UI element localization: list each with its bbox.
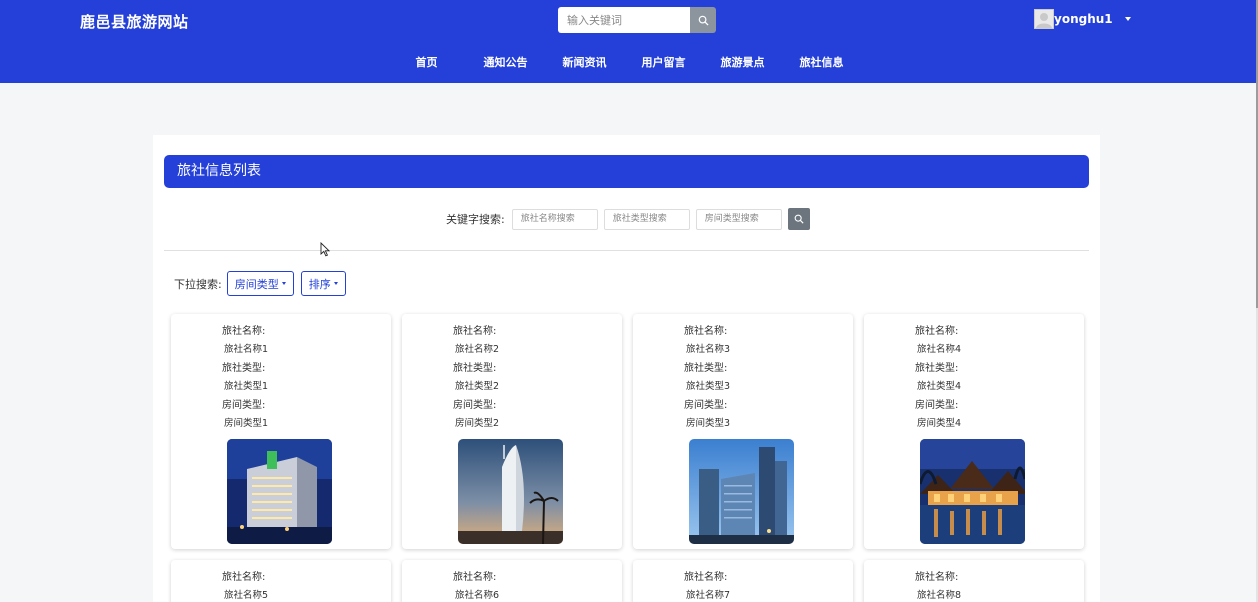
- hostel-name-value: 旅社名称7: [686, 590, 731, 601]
- top-header: 鹿邑县旅游网站 yonghu1 首页 通知公告 新闻资讯 用户留言 旅游景点 旅…: [0, 0, 1256, 83]
- header-search-input[interactable]: [558, 7, 690, 33]
- room-type-value: 房间类型1: [224, 418, 269, 429]
- header-search-button[interactable]: [690, 7, 716, 33]
- hostel-card[interactable]: 旅社名称: 旅社名称5: [171, 560, 391, 602]
- hostel-type-label: 旅社类型:: [222, 363, 266, 374]
- hostel-name-label: 旅社名称:: [684, 326, 728, 337]
- keyword-search-label: 关键字搜索:: [446, 213, 505, 226]
- room-type-value: 房间类型3: [686, 418, 731, 429]
- room-type-value: 房间类型4: [917, 418, 962, 429]
- room-type-label: 房间类型:: [453, 400, 497, 411]
- nav-notice[interactable]: 通知公告: [466, 54, 545, 70]
- hostel-card[interactable]: 旅社名称: 旅社名称7: [633, 560, 853, 602]
- room-type-label: 房间类型:: [915, 400, 959, 411]
- user-avatar-icon: [1034, 9, 1054, 29]
- hostel-name-label: 旅社名称:: [222, 326, 266, 337]
- nav-messages[interactable]: 用户留言: [624, 54, 703, 70]
- room-type-dropdown[interactable]: 房间类型: [226, 271, 294, 296]
- hostel-name-value: 旅社名称4: [917, 344, 962, 355]
- hostel-card[interactable]: 旅社名称: 旅社名称8: [864, 560, 1084, 602]
- keyword-search-row: 关键字搜索:: [446, 208, 810, 230]
- hostel-name-value: 旅社名称2: [455, 344, 500, 355]
- hostel-type-value: 旅社类型3: [686, 381, 731, 392]
- hostel-type-label: 旅社类型:: [915, 363, 959, 374]
- hostel-name-value: 旅社名称6: [455, 590, 500, 601]
- content-panel: 旅社信息列表 关键字搜索: 下拉搜索: 房间类型 排序 旅社名称: 旅社名称1 …: [153, 135, 1100, 602]
- nav-news[interactable]: 新闻资讯: [545, 54, 624, 70]
- hostel-name-value: 旅社名称5: [224, 590, 269, 601]
- user-menu[interactable]: yonghu1: [1034, 9, 1131, 29]
- hostel-type-value: 旅社类型4: [917, 381, 962, 392]
- hostel-card[interactable]: 旅社名称: 旅社名称6: [402, 560, 622, 602]
- room-type-search-input[interactable]: [695, 208, 782, 230]
- search-icon: [698, 15, 709, 26]
- search-icon: [794, 214, 804, 224]
- hostel-name-label: 旅社名称:: [684, 572, 728, 583]
- hostel-name-value: 旅社名称8: [917, 590, 962, 601]
- hostel-image[interactable]: [689, 439, 794, 544]
- hostel-name-label: 旅社名称:: [453, 572, 497, 583]
- page-title: 旅社信息列表: [164, 155, 1089, 188]
- room-type-label: 房间类型:: [222, 400, 266, 411]
- hostel-type-value: 旅社类型2: [455, 381, 500, 392]
- hostel-image[interactable]: [920, 439, 1025, 544]
- nav-home[interactable]: 首页: [387, 54, 466, 70]
- keyword-search-button[interactable]: [787, 208, 810, 230]
- hostel-type-search-input[interactable]: [603, 208, 690, 230]
- dropdown-search-row: 下拉搜索: 房间类型 排序: [174, 271, 353, 296]
- site-title[interactable]: 鹿邑县旅游网站: [80, 11, 189, 32]
- divider: [164, 250, 1089, 251]
- hostel-name-search-input[interactable]: [511, 208, 598, 230]
- sort-dropdown-label: 排序: [308, 277, 331, 291]
- room-type-label: 房间类型:: [684, 400, 728, 411]
- hostel-name-value: 旅社名称3: [686, 344, 731, 355]
- nav-attractions[interactable]: 旅游景点: [703, 54, 782, 70]
- caret-down-icon: [333, 282, 338, 285]
- room-type-value: 房间类型2: [455, 418, 500, 429]
- hostel-card[interactable]: 旅社名称: 旅社名称3 旅社类型: 旅社类型3 房间类型: 房间类型3: [633, 314, 853, 549]
- hostel-card[interactable]: 旅社名称: 旅社名称4 旅社类型: 旅社类型4 房间类型: 房间类型4: [864, 314, 1084, 549]
- hostel-type-label: 旅社类型:: [453, 363, 497, 374]
- username: yonghu1: [1054, 12, 1113, 26]
- hostel-image[interactable]: [227, 439, 332, 544]
- hostel-type-label: 旅社类型:: [684, 363, 728, 374]
- hostel-name-label: 旅社名称:: [222, 572, 266, 583]
- hostel-name-label: 旅社名称:: [915, 572, 959, 583]
- caret-down-icon: [1124, 17, 1131, 21]
- hostel-card[interactable]: 旅社名称: 旅社名称1 旅社类型: 旅社类型1 房间类型: 房间类型1: [171, 314, 391, 549]
- main-nav: 首页 通知公告 新闻资讯 用户留言 旅游景点 旅社信息: [387, 54, 861, 70]
- sort-dropdown[interactable]: 排序: [300, 271, 346, 296]
- mouse-cursor-icon: [320, 242, 330, 257]
- hostel-type-value: 旅社类型1: [224, 381, 269, 392]
- hostel-image[interactable]: [458, 439, 563, 544]
- caret-down-icon: [281, 282, 286, 285]
- hostel-name-value: 旅社名称1: [224, 344, 269, 355]
- hostel-name-label: 旅社名称:: [915, 326, 959, 337]
- nav-hostels[interactable]: 旅社信息: [782, 54, 861, 70]
- hostel-card[interactable]: 旅社名称: 旅社名称2 旅社类型: 旅社类型2 房间类型: 房间类型2: [402, 314, 622, 549]
- dropdown-search-label: 下拉搜索:: [174, 277, 222, 291]
- room-type-dropdown-label: 房间类型: [234, 277, 279, 291]
- header-search: [558, 7, 716, 33]
- hostel-name-label: 旅社名称:: [453, 326, 497, 337]
